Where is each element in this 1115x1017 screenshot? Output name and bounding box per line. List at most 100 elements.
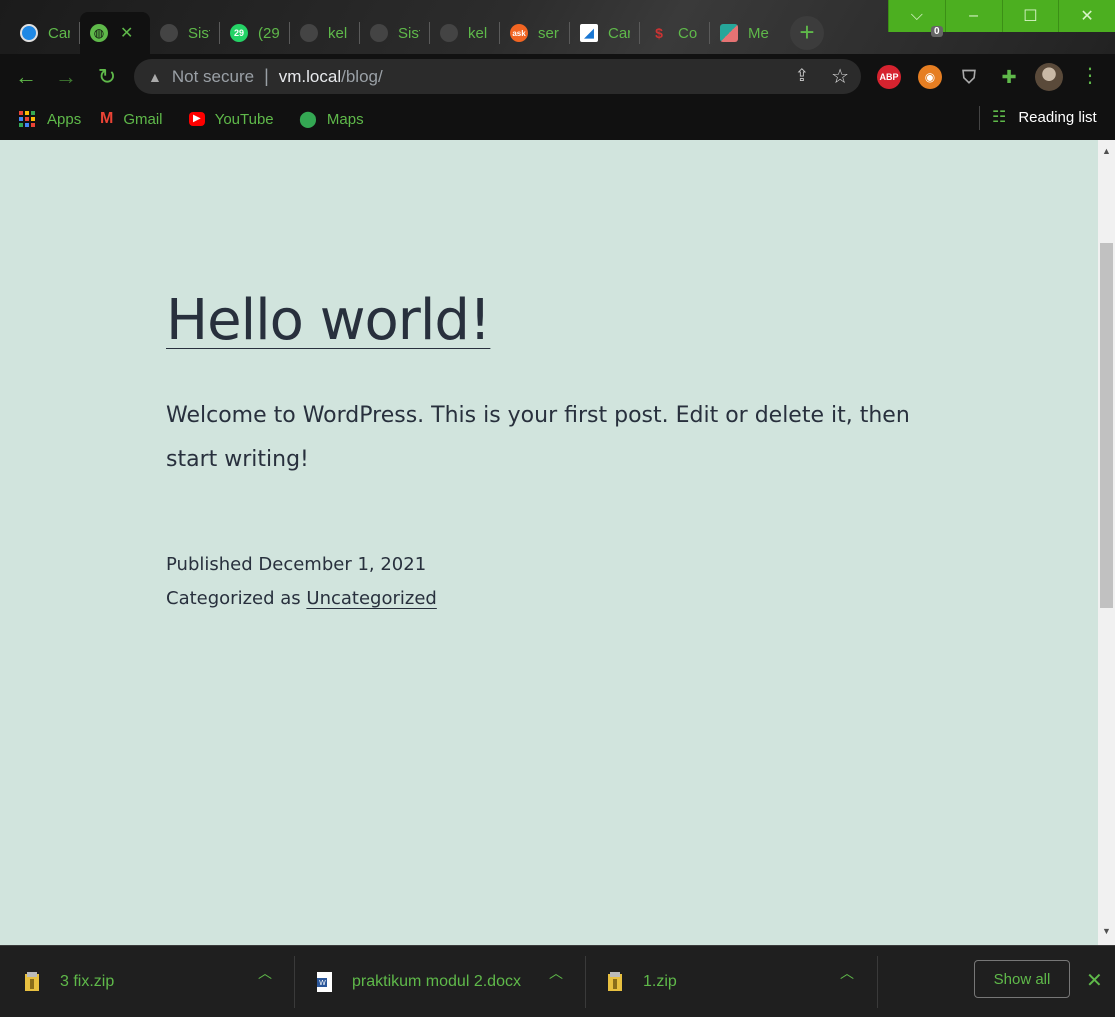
youtube-icon: ▶ — [189, 112, 205, 126]
ask-icon: ask — [510, 24, 528, 42]
zip-archive-icon — [607, 971, 625, 993]
chevron-up-icon[interactable]: ︿ — [549, 963, 563, 983]
new-tab-button[interactable]: + — [790, 16, 824, 50]
back-button[interactable]: ← — [12, 63, 40, 91]
globe-icon: ◍ — [90, 24, 108, 42]
bookmark-maps[interactable]: ⬤ Maps — [299, 108, 364, 130]
security-label[interactable]: Not secure — [172, 67, 254, 87]
minimize-button[interactable]: – — [944, 0, 1002, 32]
reading-list-label: Reading list — [1018, 108, 1097, 126]
tab-3[interactable]: 29 (29 — [220, 12, 290, 54]
tab-5[interactable]: Sist — [360, 12, 430, 54]
circle-logo-icon — [20, 24, 38, 42]
download-name: 3 fix.zip — [60, 973, 115, 990]
page-scrollbar[interactable]: ▲ ▼ — [1098, 140, 1115, 945]
browser-menu-icon[interactable]: ⋮ — [1080, 63, 1100, 88]
bookmark-label: Apps — [47, 110, 82, 128]
bookmark-label: Gmail — [123, 110, 163, 128]
word-doc-icon: W — [316, 971, 334, 993]
chevron-up-icon[interactable]: ︿ — [258, 963, 272, 983]
profile-avatar[interactable] — [1035, 63, 1063, 91]
github-icon — [440, 24, 458, 42]
tab-4[interactable]: kel — [290, 12, 360, 54]
tab-title: Sist — [398, 24, 420, 42]
bookmark-star-icon[interactable]: ☆ — [831, 64, 849, 89]
shield-extension-icon[interactable]: ⛉ — [957, 65, 981, 89]
svg-text:W: W — [319, 979, 326, 987]
download-name: 1.zip — [643, 973, 677, 990]
github-icon — [300, 24, 318, 42]
bookmark-label: YouTube — [214, 110, 274, 128]
download-name: praktikum modul 2.docx — [352, 973, 521, 990]
reading-list-icon: ☷ — [992, 109, 1007, 126]
whatsapp-icon: 29 — [230, 24, 248, 42]
url-path: /blog/ — [341, 66, 383, 86]
flag-icon: ◢ — [580, 24, 598, 42]
tab-7[interactable]: ask ser — [500, 12, 570, 54]
tab-8[interactable]: ◢ Car — [570, 12, 640, 54]
chevron-up-icon[interactable]: ︿ — [840, 963, 854, 983]
forward-button[interactable]: → — [52, 63, 80, 91]
scroll-down-arrow[interactable]: ▼ — [1098, 926, 1115, 936]
download-item[interactable]: W praktikum modul 2.docx — [316, 956, 521, 1008]
tab-close-icon[interactable]: ✕ — [120, 23, 133, 43]
tab-title: kel — [328, 24, 348, 42]
post-meta: Published December 1, 2021 Categorized a… — [166, 548, 437, 616]
browser-tab-strip: Car ◍ ✕ Sist 29 (29 kel Sist kel ask ser… — [0, 0, 1115, 54]
rss-extension-icon[interactable]: ◉ — [918, 65, 942, 89]
tab-10[interactable]: Me — [710, 12, 780, 54]
category-line: Categorized as Uncategorized — [166, 582, 437, 616]
gmail-icon: M — [100, 110, 114, 127]
extensions-puzzle-icon[interactable]: ✚ — [997, 65, 1021, 89]
rss-badge: 0 — [931, 26, 943, 37]
tab-0[interactable]: Car — [10, 12, 80, 54]
category-link[interactable]: Uncategorized — [306, 588, 436, 609]
bookmark-youtube[interactable]: ▶ YouTube — [189, 108, 274, 130]
window-controls: ⌵ – ☐ ✕ — [888, 0, 1115, 32]
dollar-icon: $ — [655, 25, 663, 41]
github-icon — [370, 24, 388, 42]
published-date: Published December 1, 2021 — [166, 554, 427, 575]
bookmark-label: Maps — [326, 110, 364, 128]
adblock-extension-icon[interactable]: ABP — [877, 65, 901, 89]
reading-list-button[interactable]: ☷ Reading list — [992, 106, 1097, 128]
category-prefix: Categorized as — [166, 588, 301, 609]
show-all-downloads-button[interactable]: Show all — [974, 960, 1070, 998]
post-title-link[interactable]: Hello world! — [166, 288, 491, 353]
tab-title: Car — [48, 24, 70, 42]
close-window-button[interactable]: ✕ — [1058, 0, 1115, 32]
tab-2[interactable]: Sist — [150, 12, 220, 54]
url-host: vm.local — [278, 66, 342, 86]
blog-page: Hello world! Welcome to WordPress. This … — [0, 140, 1098, 945]
maps-icon: ⬤ — [299, 111, 317, 128]
tab-active[interactable]: ◍ ✕ — [80, 12, 150, 54]
bookmarks-bar: Apps M Gmail ▶ YouTube ⬤ Maps — [0, 100, 1115, 140]
bookmark-apps[interactable]: Apps — [19, 108, 81, 130]
apps-grid-icon — [19, 111, 35, 127]
reload-button[interactable]: ↻ — [93, 63, 121, 91]
download-item[interactable]: 3 fix.zip — [24, 956, 114, 1008]
maximize-button[interactable]: ☐ — [1001, 0, 1059, 32]
download-shelf: 3 fix.zip ︿ W praktikum modul 2.docx ︿ 1… — [0, 945, 1115, 1017]
warning-icon[interactable]: ▲ — [148, 69, 162, 85]
scroll-thumb[interactable] — [1100, 243, 1113, 608]
close-icon[interactable]: ✕ — [1086, 968, 1103, 993]
tab-title: Sist — [188, 24, 210, 42]
bookmark-gmail[interactable]: M Gmail — [100, 108, 163, 130]
scroll-up-arrow[interactable]: ▲ — [1098, 146, 1115, 156]
share-icon[interactable]: ⇪ — [795, 66, 809, 86]
tab-title: kel — [468, 24, 488, 42]
address-bar[interactable]: ▲ Not secure | vm.local/blog/ ⇪ ☆ — [134, 59, 861, 94]
download-item[interactable]: 1.zip — [607, 956, 677, 1008]
tab-title: Me — [748, 24, 769, 42]
tab-9[interactable]: $ Co — [640, 12, 710, 54]
tab-title: Co — [678, 24, 698, 42]
tab-title: Car — [608, 24, 630, 42]
tab-6[interactable]: kel — [430, 12, 500, 54]
tab-title: (29 — [258, 24, 280, 42]
browser-toolbar: ← → ↻ ▲ Not secure | vm.local/blog/ ⇪ ☆ … — [0, 54, 1115, 100]
tab-title: ser — [538, 24, 559, 42]
post-content: Welcome to WordPress. This is your first… — [166, 403, 910, 472]
github-icon — [160, 24, 178, 42]
cube-icon — [720, 24, 738, 42]
